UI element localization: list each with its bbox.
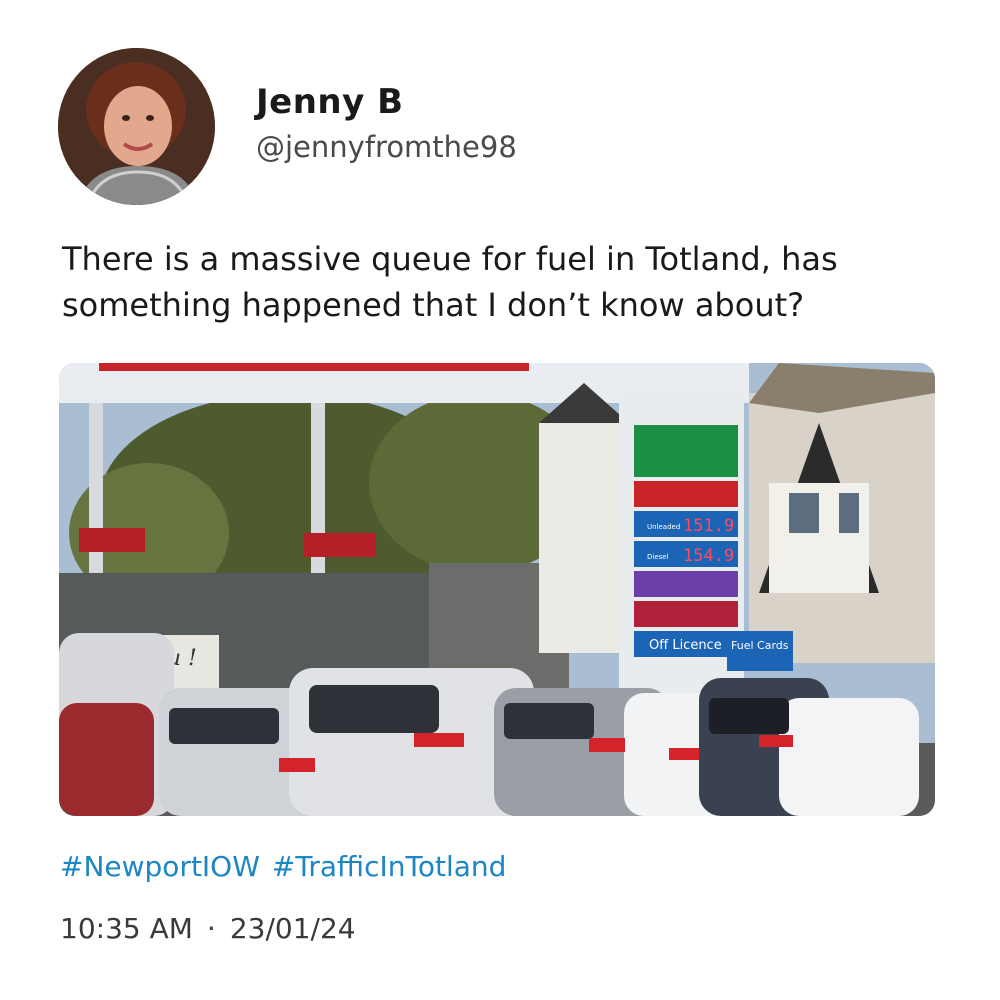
tweet-date: 23/01/24	[229, 912, 356, 945]
tweet-photo[interactable]: Unleaded 151.9 Diesel 154.9 Off Licence …	[59, 363, 935, 816]
user-handle[interactable]: @jennyfromthe98	[256, 130, 517, 164]
avatar[interactable]	[58, 48, 215, 205]
fuelcards-sign: Fuel Cards	[731, 639, 789, 652]
tweet-time: 10:35 AM	[60, 912, 193, 945]
hashtag-link[interactable]: #TrafficInTotland	[272, 850, 507, 883]
tweet-timestamp[interactable]: 10:35 AM · 23/01/24	[60, 912, 356, 945]
hashtags: #NewportIOW #TrafficInTotland	[60, 850, 518, 883]
offlicence-sign: Off Licence	[649, 638, 722, 653]
diesel-price: 154.9	[683, 546, 734, 566]
separator-dot: ·	[206, 912, 216, 945]
unleaded-label: Unleaded	[647, 523, 680, 531]
display-name[interactable]: Jenny B	[256, 82, 404, 122]
diesel-label: Diesel	[647, 553, 669, 561]
unleaded-price: 151.9	[683, 516, 734, 536]
tweet-text: There is a massive queue for fuel in Tot…	[62, 240, 838, 324]
hashtag-link[interactable]: #NewportIOW	[60, 850, 260, 883]
